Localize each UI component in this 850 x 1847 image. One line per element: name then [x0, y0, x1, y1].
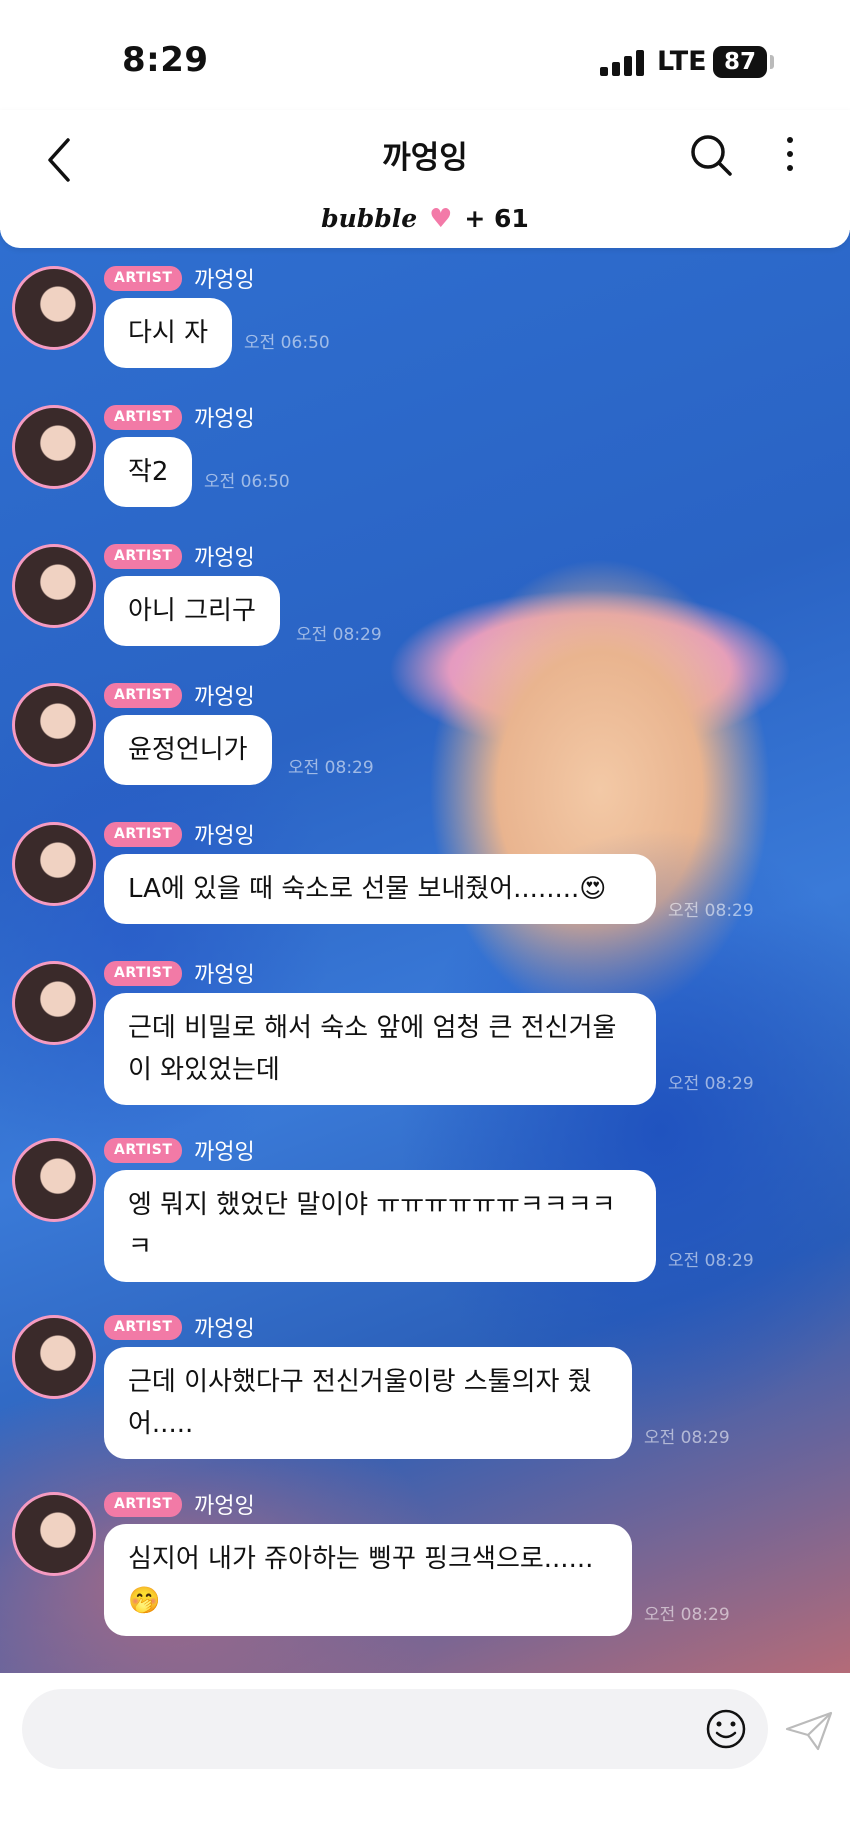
- message-text-line: 어.....: [128, 1409, 194, 1439]
- message-time: 오전 08:29: [668, 1251, 754, 1271]
- status-bar: 8:29 LTE 87: [0, 0, 850, 110]
- artist-badge: ARTIST: [104, 1492, 183, 1517]
- battery-tip: [770, 55, 774, 69]
- message-bubble[interactable]: 작2: [104, 437, 193, 507]
- artist-avatar[interactable]: [12, 683, 96, 767]
- artist-badge: ARTIST: [104, 961, 183, 986]
- message-text-line: ㅋ: [128, 1232, 152, 1262]
- message-bubble[interactable]: 엥 뭐지 했었단 말이야 ㅠㅠㅠㅠㅠㅠㅋㅋㅋㅋ ㅋ: [104, 1170, 656, 1282]
- sender-name: 까엉잉: [194, 1317, 255, 1342]
- message-bubble[interactable]: 다시 자: [104, 298, 233, 368]
- artist-avatar[interactable]: [12, 405, 96, 489]
- message-bubble[interactable]: LA에 있을 때 숙소로 선물 보내줬어........😍: [104, 854, 656, 924]
- message-text-line: 🤭: [128, 1586, 161, 1616]
- message-time: 오전 08:29: [644, 1428, 730, 1448]
- message-text: 다시 자: [128, 318, 209, 348]
- search-icon: [691, 135, 732, 176]
- bubble-subscription[interactable]: bubble ♥ + 61: [0, 204, 850, 234]
- message-text: LA에 있을 때 숙소로 선물 보내줬어........😍: [128, 874, 607, 904]
- search-button[interactable]: [688, 130, 734, 182]
- sender-name: 까엉잉: [194, 1140, 255, 1165]
- send-icon: [785, 1711, 833, 1751]
- artist-badge: ARTIST: [104, 822, 183, 847]
- bubble-count: + 61: [464, 204, 529, 233]
- chat-header: 까엉잉 bubble ♥ + 61: [0, 110, 850, 248]
- artist-avatar[interactable]: [12, 266, 96, 350]
- bubble-logo: bubble: [321, 204, 418, 233]
- message-time: 오전 08:29: [668, 1074, 754, 1094]
- message-text-line: 엥 뭐지 했었단 말이야 ㅠㅠㅠㅠㅠㅠㅋㅋㅋㅋ: [128, 1190, 616, 1220]
- message-text-line: 근데 이사했다구 전신거울이랑 스툴의자 줬: [128, 1367, 592, 1397]
- chat-messages[interactable]: ARTIST 까엉잉 다시 자 오전 06:50 ARTIST 까엉잉 작2 오…: [0, 230, 850, 1673]
- artist-badge: ARTIST: [104, 1138, 183, 1163]
- message-text: 윤정언니가: [128, 735, 248, 765]
- more-options-button[interactable]: [775, 132, 805, 182]
- artist-avatar[interactable]: [12, 822, 96, 906]
- heart-icon: ♥: [429, 204, 453, 234]
- message-bubble[interactable]: 윤정언니가: [104, 715, 272, 785]
- artist-badge: ARTIST: [104, 683, 183, 708]
- message-time: 오전 08:29: [288, 758, 374, 778]
- smiley-icon: [706, 1709, 746, 1749]
- message-bubble[interactable]: 근데 비밀로 해서 숙소 앞에 엄청 큰 전신거울 이 와있었는데: [104, 993, 656, 1105]
- message-text-line: 근데 비밀로 해서 숙소 앞에 엄청 큰 전신거울: [128, 1013, 617, 1043]
- message-bubble[interactable]: 근데 이사했다구 전신거울이랑 스툴의자 줬 어.....: [104, 1347, 632, 1459]
- artist-badge: ARTIST: [104, 544, 183, 569]
- network-label: LTE: [657, 46, 707, 77]
- status-time: 8:29: [122, 40, 209, 80]
- battery-icon: 87: [713, 46, 767, 78]
- emoji-button[interactable]: [704, 1707, 748, 1751]
- artist-badge: ARTIST: [104, 405, 183, 430]
- artist-badge: ARTIST: [104, 266, 183, 291]
- artist-avatar[interactable]: [12, 961, 96, 1045]
- send-button[interactable]: [784, 1709, 834, 1753]
- message-bubble[interactable]: 아니 그리구: [104, 576, 280, 646]
- message-input-bar: [0, 1673, 850, 1847]
- message-time: 오전 08:29: [296, 625, 382, 645]
- message-time: 오전 08:29: [644, 1605, 730, 1625]
- artist-avatar[interactable]: [12, 544, 96, 628]
- message-bubble[interactable]: 심지어 내가 쥬아하는 삥꾸 핑크색으로...... 🤭: [104, 1524, 632, 1636]
- sender-name: 까엉잉: [194, 546, 255, 571]
- sender-name: 까엉잉: [194, 824, 255, 849]
- artist-badge: ARTIST: [104, 1315, 183, 1340]
- message-time: 오전 06:50: [244, 333, 330, 353]
- sender-name: 까엉잉: [194, 963, 255, 988]
- artist-avatar[interactable]: [12, 1138, 96, 1222]
- sender-name: 까엉잉: [194, 407, 255, 432]
- message-text: 작2: [128, 457, 169, 487]
- more-vertical-icon: [787, 137, 793, 171]
- artist-avatar[interactable]: [12, 1492, 96, 1576]
- message-time: 오전 06:50: [204, 472, 290, 492]
- sender-name: 까엉잉: [194, 268, 255, 293]
- message-text: 아니 그리구: [128, 596, 256, 626]
- signal-icon: [600, 50, 644, 76]
- sender-name: 까엉잉: [194, 1494, 255, 1519]
- message-input[interactable]: [22, 1689, 768, 1769]
- sender-name: 까엉잉: [194, 685, 255, 710]
- message-text-line: 심지어 내가 쥬아하는 삥꾸 핑크색으로......: [128, 1544, 594, 1574]
- artist-avatar[interactable]: [12, 1315, 96, 1399]
- message-time: 오전 08:29: [668, 901, 754, 921]
- message-text-line: 이 와있었는데: [128, 1055, 280, 1085]
